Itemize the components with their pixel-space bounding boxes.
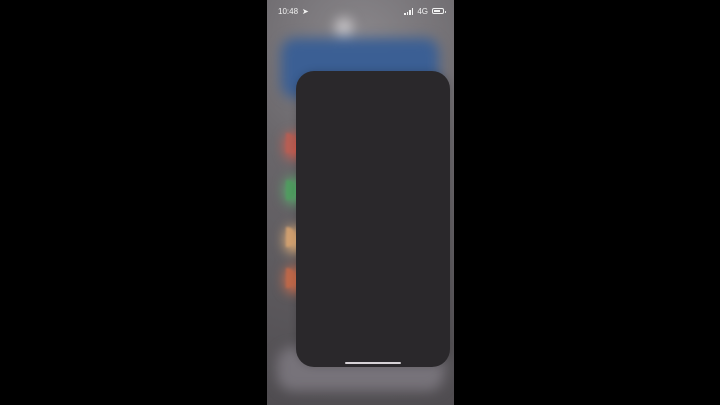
status-left: 10:48 ➤	[278, 7, 309, 16]
battery-fill	[434, 10, 440, 12]
status-time: 10:48	[278, 6, 299, 16]
status-bar: 10:48 ➤ 4G	[267, 0, 454, 22]
battery-icon	[432, 8, 446, 14]
status-right: 4G	[404, 6, 446, 16]
network-type: 4G	[417, 6, 428, 16]
iphone-screen: 10:48 ➤ 4G	[267, 0, 454, 405]
home-indicator[interactable]	[345, 362, 401, 364]
location-arrow-icon: ➤	[302, 6, 309, 16]
signal-icon	[404, 7, 414, 15]
app-switcher-card[interactable]	[296, 71, 450, 367]
